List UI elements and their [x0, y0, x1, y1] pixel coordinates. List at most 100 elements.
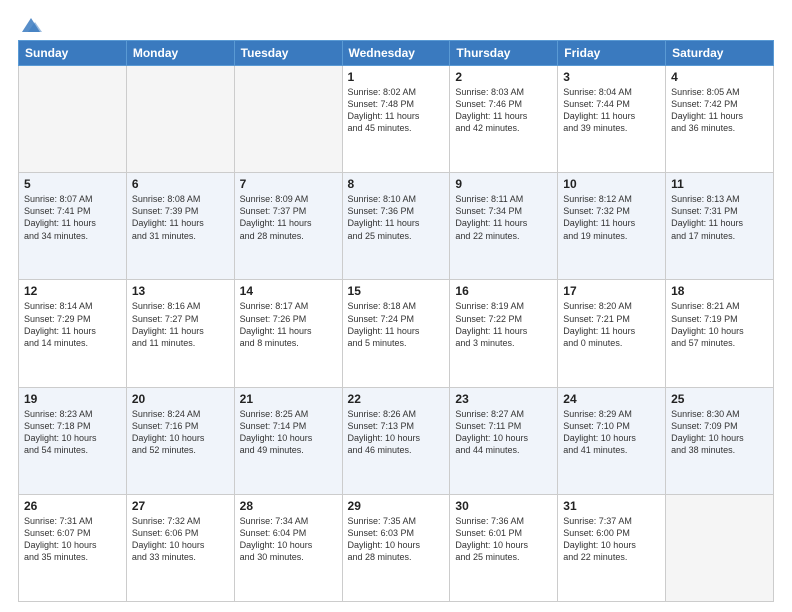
calendar-cell: 20 Sunrise: 8:24 AM Sunset: 7:16 PM Dayli…: [126, 387, 234, 494]
day-info: Sunrise: 8:09 AM Sunset: 7:37 PM Dayligh…: [240, 193, 337, 242]
day-info: Sunrise: 7:35 AM Sunset: 6:03 PM Dayligh…: [348, 515, 445, 564]
day-info: Sunrise: 7:32 AM Sunset: 6:06 PM Dayligh…: [132, 515, 229, 564]
weekday-header-tuesday: Tuesday: [234, 41, 342, 66]
calendar-cell: [234, 66, 342, 173]
calendar-cell: 23 Sunrise: 8:27 AM Sunset: 7:11 PM Dayli…: [450, 387, 558, 494]
calendar-cell: 28 Sunrise: 7:34 AM Sunset: 6:04 PM Dayli…: [234, 494, 342, 601]
day-number: 31: [563, 499, 660, 513]
calendar-cell: 21 Sunrise: 8:25 AM Sunset: 7:14 PM Dayli…: [234, 387, 342, 494]
day-number: 8: [348, 177, 445, 191]
day-number: 30: [455, 499, 552, 513]
day-info: Sunrise: 8:03 AM Sunset: 7:46 PM Dayligh…: [455, 86, 552, 135]
day-number: 14: [240, 284, 337, 298]
day-number: 13: [132, 284, 229, 298]
day-number: 16: [455, 284, 552, 298]
weekday-header-sunday: Sunday: [19, 41, 127, 66]
weekday-header-thursday: Thursday: [450, 41, 558, 66]
day-number: 25: [671, 392, 768, 406]
day-info: Sunrise: 8:23 AM Sunset: 7:18 PM Dayligh…: [24, 408, 121, 457]
day-info: Sunrise: 8:24 AM Sunset: 7:16 PM Dayligh…: [132, 408, 229, 457]
day-number: 20: [132, 392, 229, 406]
day-number: 12: [24, 284, 121, 298]
day-number: 6: [132, 177, 229, 191]
day-info: Sunrise: 8:11 AM Sunset: 7:34 PM Dayligh…: [455, 193, 552, 242]
day-number: 22: [348, 392, 445, 406]
calendar-cell: 17Sunrise: 8:20 AM Sunset: 7:21 PM Dayli…: [558, 280, 666, 387]
day-number: 27: [132, 499, 229, 513]
calendar-cell: 29 Sunrise: 7:35 AM Sunset: 6:03 PM Dayli…: [342, 494, 450, 601]
weekday-header-saturday: Saturday: [666, 41, 774, 66]
calendar-cell: 22 Sunrise: 8:26 AM Sunset: 7:13 PM Dayli…: [342, 387, 450, 494]
day-info: Sunrise: 8:25 AM Sunset: 7:14 PM Dayligh…: [240, 408, 337, 457]
calendar-cell: 31 Sunrise: 7:37 AM Sunset: 6:00 PM Dayli…: [558, 494, 666, 601]
calendar-cell: 11 Sunrise: 8:13 AM Sunset: 7:31 PM Dayli…: [666, 173, 774, 280]
day-number: 19: [24, 392, 121, 406]
week-row-3: 12 Sunrise: 8:14 AM Sunset: 7:29 PM Dayli…: [19, 280, 774, 387]
day-info: Sunrise: 8:04 AM Sunset: 7:44 PM Dayligh…: [563, 86, 660, 135]
day-info: Sunrise: 7:37 AM Sunset: 6:00 PM Dayligh…: [563, 515, 660, 564]
day-number: 10: [563, 177, 660, 191]
day-info: Sunrise: 7:34 AM Sunset: 6:04 PM Dayligh…: [240, 515, 337, 564]
calendar-cell: 5Sunrise: 8:07 AM Sunset: 7:41 PM Daylig…: [19, 173, 127, 280]
calendar-cell: 13 Sunrise: 8:16 AM Sunset: 7:27 PM Dayli…: [126, 280, 234, 387]
calendar-cell: 27 Sunrise: 7:32 AM Sunset: 6:06 PM Dayli…: [126, 494, 234, 601]
day-info: Sunrise: 8:29 AM Sunset: 7:10 PM Dayligh…: [563, 408, 660, 457]
week-row-2: 5Sunrise: 8:07 AM Sunset: 7:41 PM Daylig…: [19, 173, 774, 280]
calendar-cell: 10 Sunrise: 8:12 AM Sunset: 7:32 PM Dayli…: [558, 173, 666, 280]
day-number: 24: [563, 392, 660, 406]
day-info: Sunrise: 8:14 AM Sunset: 7:29 PM Dayligh…: [24, 300, 121, 349]
calendar-cell: 14Sunrise: 8:17 AM Sunset: 7:26 PM Dayli…: [234, 280, 342, 387]
calendar-cell: 30 Sunrise: 7:36 AM Sunset: 6:01 PM Dayli…: [450, 494, 558, 601]
day-number: 28: [240, 499, 337, 513]
day-number: 26: [24, 499, 121, 513]
calendar-cell: 12 Sunrise: 8:14 AM Sunset: 7:29 PM Dayli…: [19, 280, 127, 387]
calendar-cell: 15Sunrise: 8:18 AM Sunset: 7:24 PM Dayli…: [342, 280, 450, 387]
day-info: Sunrise: 8:05 AM Sunset: 7:42 PM Dayligh…: [671, 86, 768, 135]
day-number: 2: [455, 70, 552, 84]
day-number: 7: [240, 177, 337, 191]
day-info: Sunrise: 8:13 AM Sunset: 7:31 PM Dayligh…: [671, 193, 768, 242]
day-info: Sunrise: 8:16 AM Sunset: 7:27 PM Dayligh…: [132, 300, 229, 349]
weekday-header-wednesday: Wednesday: [342, 41, 450, 66]
calendar-cell: 19 Sunrise: 8:23 AM Sunset: 7:18 PM Dayli…: [19, 387, 127, 494]
weekday-header-monday: Monday: [126, 41, 234, 66]
week-row-1: 1 Sunrise: 8:02 AM Sunset: 7:48 PM Daylig…: [19, 66, 774, 173]
calendar-cell: 4 Sunrise: 8:05 AM Sunset: 7:42 PM Daylig…: [666, 66, 774, 173]
day-info: Sunrise: 8:10 AM Sunset: 7:36 PM Dayligh…: [348, 193, 445, 242]
day-number: 18: [671, 284, 768, 298]
day-info: Sunrise: 8:27 AM Sunset: 7:11 PM Dayligh…: [455, 408, 552, 457]
calendar-cell: [126, 66, 234, 173]
calendar-cell: 26 Sunrise: 7:31 AM Sunset: 6:07 PM Dayli…: [19, 494, 127, 601]
page: SundayMondayTuesdayWednesdayThursdayFrid…: [0, 0, 792, 612]
week-row-5: 26 Sunrise: 7:31 AM Sunset: 6:07 PM Dayli…: [19, 494, 774, 601]
day-info: Sunrise: 8:21 AM Sunset: 7:19 PM Dayligh…: [671, 300, 768, 349]
day-number: 29: [348, 499, 445, 513]
calendar-cell: 9Sunrise: 8:11 AM Sunset: 7:34 PM Daylig…: [450, 173, 558, 280]
day-number: 5: [24, 177, 121, 191]
day-info: Sunrise: 7:36 AM Sunset: 6:01 PM Dayligh…: [455, 515, 552, 564]
day-number: 11: [671, 177, 768, 191]
calendar-cell: 8 Sunrise: 8:10 AM Sunset: 7:36 PM Daylig…: [342, 173, 450, 280]
day-number: 1: [348, 70, 445, 84]
calendar-cell: 7 Sunrise: 8:09 AM Sunset: 7:37 PM Daylig…: [234, 173, 342, 280]
day-number: 3: [563, 70, 660, 84]
day-info: Sunrise: 8:12 AM Sunset: 7:32 PM Dayligh…: [563, 193, 660, 242]
calendar-cell: [19, 66, 127, 173]
day-info: Sunrise: 8:30 AM Sunset: 7:09 PM Dayligh…: [671, 408, 768, 457]
calendar-cell: 6 Sunrise: 8:08 AM Sunset: 7:39 PM Daylig…: [126, 173, 234, 280]
day-info: Sunrise: 7:31 AM Sunset: 6:07 PM Dayligh…: [24, 515, 121, 564]
calendar-cell: 2 Sunrise: 8:03 AM Sunset: 7:46 PM Daylig…: [450, 66, 558, 173]
day-info: Sunrise: 8:08 AM Sunset: 7:39 PM Dayligh…: [132, 193, 229, 242]
day-number: 4: [671, 70, 768, 84]
day-info: Sunrise: 8:02 AM Sunset: 7:48 PM Dayligh…: [348, 86, 445, 135]
day-info: Sunrise: 8:26 AM Sunset: 7:13 PM Dayligh…: [348, 408, 445, 457]
day-number: 21: [240, 392, 337, 406]
calendar-cell: 16Sunrise: 8:19 AM Sunset: 7:22 PM Dayli…: [450, 280, 558, 387]
week-row-4: 19 Sunrise: 8:23 AM Sunset: 7:18 PM Dayli…: [19, 387, 774, 494]
calendar-cell: [666, 494, 774, 601]
calendar-cell: 18 Sunrise: 8:21 AM Sunset: 7:19 PM Dayli…: [666, 280, 774, 387]
day-number: 17: [563, 284, 660, 298]
day-number: 23: [455, 392, 552, 406]
calendar-cell: 24 Sunrise: 8:29 AM Sunset: 7:10 PM Dayli…: [558, 387, 666, 494]
weekday-header-friday: Friday: [558, 41, 666, 66]
